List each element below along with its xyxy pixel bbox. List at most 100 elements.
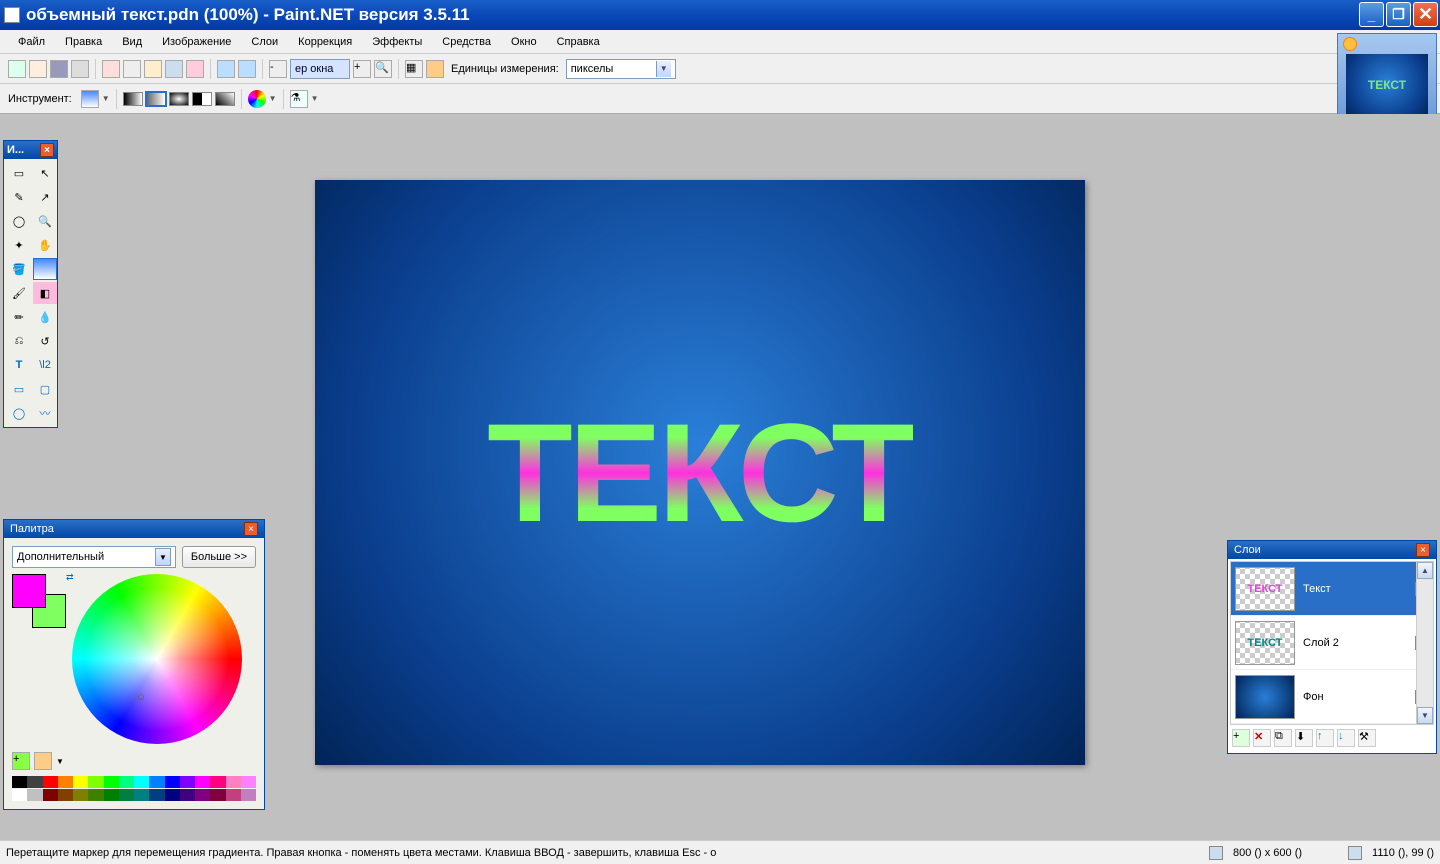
menu-effects[interactable]: Эффекты xyxy=(362,33,432,51)
palette-swatch[interactable] xyxy=(180,776,195,788)
layer-item[interactable]: ТЕКСТ Слой 2 xyxy=(1231,616,1433,670)
gradient-diamond-icon[interactable] xyxy=(192,92,212,106)
palette-swatch[interactable] xyxy=(226,789,241,801)
dropdown-arrow-icon[interactable]: ▼ xyxy=(311,94,319,103)
palette-swatch[interactable] xyxy=(241,789,256,801)
palette-swatch[interactable] xyxy=(12,789,27,801)
palette-swatch[interactable] xyxy=(165,776,180,788)
gradient-reflected-icon[interactable] xyxy=(146,92,166,106)
minimize-button[interactable]: _ xyxy=(1359,2,1384,27)
palette-swatch[interactable] xyxy=(119,776,134,788)
clone-tool[interactable]: ⎌ xyxy=(7,330,31,352)
zoom-out-icon[interactable]: - xyxy=(269,60,287,78)
menu-help[interactable]: Справка xyxy=(547,33,610,51)
scroll-up-icon[interactable]: ▲ xyxy=(1417,562,1433,579)
grid-icon[interactable]: ▦ xyxy=(405,60,423,78)
palette-swatch[interactable] xyxy=(104,776,119,788)
palette-menu-icon[interactable] xyxy=(34,752,52,770)
layers-window-close-icon[interactable]: × xyxy=(1416,543,1430,557)
gradient-linear-icon[interactable] xyxy=(123,92,143,106)
print-icon[interactable] xyxy=(71,60,89,78)
color-mode-select[interactable]: Дополнительный▼ xyxy=(12,546,176,568)
current-tool-icon[interactable] xyxy=(81,90,99,108)
add-layer-icon[interactable]: + xyxy=(1232,729,1250,747)
palette-row-1[interactable] xyxy=(12,776,256,788)
pan-tool[interactable]: ✋ xyxy=(33,234,57,256)
brush-tool[interactable]: 🖌 xyxy=(7,282,31,304)
swap-colors-icon[interactable]: ⇄ xyxy=(66,572,74,583)
dropdown-arrow-icon[interactable]: ▼ xyxy=(269,94,277,103)
menu-file[interactable]: Файл xyxy=(8,33,55,51)
delete-layer-icon[interactable]: ✕ xyxy=(1253,729,1271,747)
undo-icon[interactable] xyxy=(217,60,235,78)
tools-window-close-icon[interactable]: × xyxy=(40,143,54,157)
zoom-combo[interactable]: ер окна xyxy=(290,59,350,79)
menu-view[interactable]: Вид xyxy=(112,33,152,51)
redo-icon[interactable] xyxy=(238,60,256,78)
menu-window[interactable]: Окно xyxy=(501,33,547,51)
palette-swatch[interactable] xyxy=(195,789,210,801)
palette-swatch[interactable] xyxy=(149,789,164,801)
move-pixels-tool[interactable]: ↗ xyxy=(33,186,57,208)
palette-swatch[interactable] xyxy=(210,776,225,788)
zoom-in-icon[interactable]: + xyxy=(353,60,371,78)
merge-down-icon[interactable]: ⬇ xyxy=(1295,729,1313,747)
palette-swatch[interactable] xyxy=(88,776,103,788)
palette-swatch[interactable] xyxy=(210,789,225,801)
new-icon[interactable] xyxy=(8,60,26,78)
layers-scrollbar[interactable]: ▲ ▼ xyxy=(1416,562,1433,724)
ellipse-shape-tool[interactable]: ◯ xyxy=(7,402,31,424)
palette-swatch[interactable] xyxy=(241,776,256,788)
palette-swatch[interactable] xyxy=(73,776,88,788)
gradient-conical-icon[interactable] xyxy=(215,92,235,106)
deselect-icon[interactable] xyxy=(186,60,204,78)
line-tool[interactable]: \l2 xyxy=(33,354,57,376)
colorpicker-tool[interactable]: 💧 xyxy=(33,306,57,328)
freeform-tool[interactable]: 〰 xyxy=(33,402,57,424)
palette-swatch[interactable] xyxy=(58,789,73,801)
pencil-tool[interactable]: ✏ xyxy=(7,306,31,328)
maximize-button[interactable]: ❐ xyxy=(1386,2,1411,27)
menu-layers[interactable]: Слои xyxy=(241,33,288,51)
palette-swatch[interactable] xyxy=(119,789,134,801)
scroll-down-icon[interactable]: ▼ xyxy=(1417,707,1433,724)
paste-icon[interactable] xyxy=(144,60,162,78)
layer-item[interactable]: ТЕКСТ Текст ✓ xyxy=(1231,562,1433,616)
dropdown-arrow-icon[interactable]: ▼ xyxy=(102,94,110,103)
ruler-icon[interactable] xyxy=(426,60,444,78)
save-icon[interactable] xyxy=(50,60,68,78)
gradient-tool[interactable] xyxy=(33,258,57,280)
palette-swatch[interactable] xyxy=(73,789,88,801)
dropdown-arrow-icon[interactable]: ▼ xyxy=(56,757,64,766)
palette-swatch[interactable] xyxy=(165,789,180,801)
flask-icon[interactable]: ⚗ xyxy=(290,90,308,108)
lasso-tool[interactable]: ✎ xyxy=(7,186,31,208)
palette-swatch[interactable] xyxy=(195,776,210,788)
text-tool[interactable]: T xyxy=(7,354,31,376)
color-wheel-handle[interactable] xyxy=(138,694,144,700)
move-down-icon[interactable]: ↓ xyxy=(1337,729,1355,747)
menu-tools[interactable]: Средства xyxy=(432,33,501,51)
copy-icon[interactable] xyxy=(123,60,141,78)
bucket-tool[interactable]: 🪣 xyxy=(7,258,31,280)
palette-row-2[interactable] xyxy=(12,789,256,801)
more-button[interactable]: Больше >> xyxy=(182,546,256,568)
colors-window-close-icon[interactable]: × xyxy=(244,522,258,536)
duplicate-layer-icon[interactable]: ⧉ xyxy=(1274,729,1292,747)
roundrect-tool[interactable]: ▢ xyxy=(33,378,57,400)
add-color-icon[interactable]: + xyxy=(12,752,30,770)
rect-shape-tool[interactable]: ▭ xyxy=(7,378,31,400)
palette-swatch[interactable] xyxy=(180,789,195,801)
canvas[interactable]: ТЕКСТ xyxy=(315,180,1085,765)
menu-image[interactable]: Изображение xyxy=(152,33,241,51)
palette-swatch[interactable] xyxy=(134,776,149,788)
palette-swatch[interactable] xyxy=(88,789,103,801)
move-selection-tool[interactable]: ↖ xyxy=(33,162,57,184)
menu-correction[interactable]: Коррекция xyxy=(288,33,362,51)
primary-color-swatch[interactable] xyxy=(12,574,46,608)
tools-window-title[interactable]: И... × xyxy=(4,141,57,159)
palette-swatch[interactable] xyxy=(58,776,73,788)
palette-swatch[interactable] xyxy=(104,789,119,801)
units-select[interactable]: пикселы▼ xyxy=(566,59,676,79)
palette-swatch[interactable] xyxy=(43,789,58,801)
